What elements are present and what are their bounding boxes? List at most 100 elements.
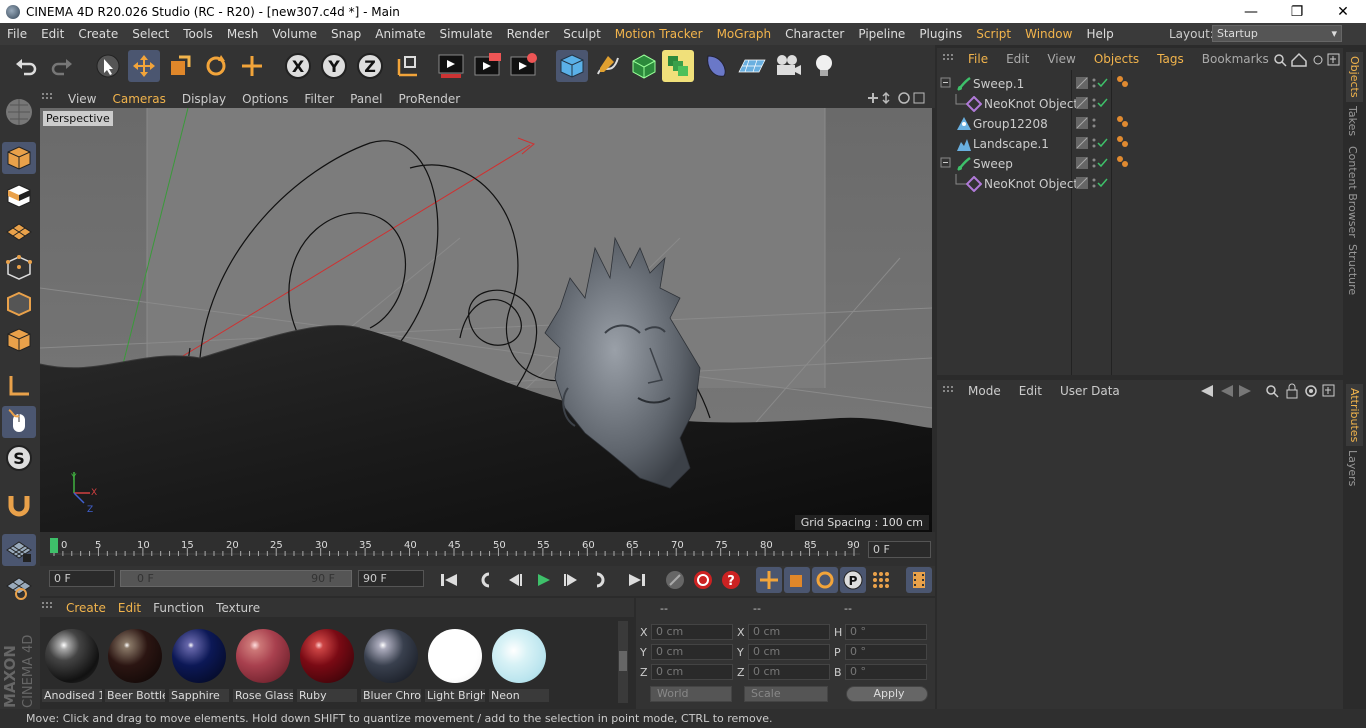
- make-editable-button[interactable]: [2, 96, 36, 128]
- axis-mode-button[interactable]: [2, 370, 36, 402]
- y-axis-lock-button[interactable]: Y: [318, 50, 350, 82]
- world-mode-select[interactable]: World: [650, 686, 732, 702]
- menu-mograph[interactable]: MoGraph: [710, 27, 779, 41]
- viewport-menu-cameras[interactable]: Cameras: [104, 92, 173, 106]
- viewport-menu-panel[interactable]: Panel: [342, 92, 390, 106]
- material-menu-edit[interactable]: Edit: [112, 601, 147, 615]
- objects-menu-objects[interactable]: Objects: [1085, 52, 1148, 66]
- menu-volume[interactable]: Volume: [265, 27, 324, 41]
- viewport-menu-display[interactable]: Display: [174, 92, 234, 106]
- cube-object-button[interactable]: [556, 50, 588, 82]
- maximize-button[interactable]: ❐: [1274, 0, 1320, 23]
- menu-mesh[interactable]: Mesh: [220, 27, 266, 41]
- material-swatch[interactable]: Rose Glass: [233, 621, 293, 705]
- menu-tools[interactable]: Tools: [176, 27, 220, 41]
- menu-character[interactable]: Character: [778, 27, 851, 41]
- rotation-p-field[interactable]: 0 °: [845, 644, 927, 660]
- object-row[interactable]: Landscape.1: [940, 134, 1340, 154]
- timeline[interactable]: 0 5 10 15 20 25 30 35 40 45 50 55 60 65 …: [40, 532, 935, 566]
- floor-object-button[interactable]: [736, 50, 768, 82]
- rotation-b-field[interactable]: 0 °: [845, 664, 927, 680]
- tab-structure[interactable]: Structure: [1346, 244, 1359, 295]
- keyframe-selection-button[interactable]: [662, 567, 688, 593]
- material-swatch[interactable]: Sapphire: [169, 621, 229, 705]
- timeline-window-button[interactable]: [906, 567, 932, 593]
- end-frame-field[interactable]: 90 F: [358, 570, 424, 587]
- close-button[interactable]: ✕: [1320, 0, 1366, 23]
- material-swatch[interactable]: Ruby: [297, 621, 357, 705]
- menu-help[interactable]: Help: [1079, 27, 1120, 41]
- move-tool-button[interactable]: [128, 50, 160, 82]
- viewport-menu-view[interactable]: View: [60, 92, 104, 106]
- undo-button[interactable]: [10, 50, 42, 82]
- attributes-menu-edit[interactable]: Edit: [1010, 384, 1051, 398]
- minimize-button[interactable]: —: [1228, 0, 1274, 23]
- menu-create[interactable]: Create: [71, 27, 125, 41]
- size-x-field[interactable]: 0 cm: [748, 624, 830, 640]
- camera-button[interactable]: [772, 50, 804, 82]
- object-row[interactable]: NeoKnot Object: [940, 174, 1340, 194]
- edges-mode-button[interactable]: [2, 288, 36, 320]
- material-swatch[interactable]: Neon: [489, 621, 549, 705]
- points-mode-button[interactable]: [2, 252, 36, 284]
- object-manager-tools[interactable]: [1272, 52, 1342, 71]
- material-swatch[interactable]: Light Brigh: [425, 621, 485, 705]
- key-point-level-button[interactable]: [868, 567, 894, 593]
- perspective-viewport[interactable]: Y X Z Perspective Grid Spacing : 100 cm: [40, 108, 932, 532]
- objects-menu-bookmarks[interactable]: Bookmarks: [1193, 52, 1278, 66]
- size-z-field[interactable]: 0 cm: [748, 664, 830, 680]
- live-selection-button[interactable]: [92, 50, 124, 82]
- record-active-objects-button[interactable]: [690, 567, 716, 593]
- cloner-button[interactable]: [662, 50, 694, 82]
- current-frame-field[interactable]: 0 F: [868, 541, 931, 558]
- previous-key-button[interactable]: [474, 567, 500, 593]
- apply-button[interactable]: Apply: [846, 686, 928, 702]
- object-tags-column[interactable]: [1115, 74, 1135, 194]
- menu-snap[interactable]: Snap: [324, 27, 368, 41]
- render-settings-button[interactable]: [508, 50, 540, 82]
- snap-toggle-button[interactable]: S: [2, 442, 36, 474]
- menu-file[interactable]: File: [0, 27, 34, 41]
- material-swatch[interactable]: Beer Bottle: [105, 621, 165, 705]
- menu-plugins[interactable]: Plugins: [912, 27, 969, 41]
- objects-menu-tags[interactable]: Tags: [1148, 52, 1193, 66]
- subdivision-surface-button[interactable]: [628, 50, 660, 82]
- object-row[interactable]: Sweep.1: [940, 74, 1340, 94]
- deformer-button[interactable]: [700, 50, 732, 82]
- tab-content-browser[interactable]: Content Browser: [1346, 146, 1359, 238]
- menu-window[interactable]: Window: [1018, 27, 1079, 41]
- workplane-mode-button[interactable]: [2, 216, 36, 248]
- workplane-lock-button[interactable]: [2, 570, 36, 602]
- key-position-button[interactable]: [756, 567, 782, 593]
- position-z-field[interactable]: 0 cm: [651, 664, 733, 680]
- menu-edit[interactable]: Edit: [34, 27, 71, 41]
- transform-tool-button[interactable]: [236, 50, 268, 82]
- go-to-end-button[interactable]: [624, 567, 650, 593]
- viewport-scene[interactable]: Y X Z: [40, 108, 932, 532]
- rotate-tool-button[interactable]: [200, 50, 232, 82]
- viewport-menu-options[interactable]: Options: [234, 92, 296, 106]
- model-mode-button[interactable]: [2, 142, 36, 174]
- menu-motion-tracker[interactable]: Motion Tracker: [608, 27, 710, 41]
- frame-range-slider[interactable]: 0 F 90 F: [120, 570, 352, 587]
- material-scrollbar[interactable]: [618, 621, 628, 703]
- viewport-menu-filter[interactable]: Filter: [296, 92, 342, 106]
- material-menu-function[interactable]: Function: [147, 601, 210, 615]
- objects-menu-file[interactable]: File: [959, 52, 997, 66]
- menu-pipeline[interactable]: Pipeline: [851, 27, 912, 41]
- objects-menu-view[interactable]: View: [1038, 52, 1084, 66]
- pen-spline-button[interactable]: [592, 50, 624, 82]
- object-row[interactable]: NeoKnot Object: [940, 94, 1340, 114]
- object-status-column[interactable]: [1074, 74, 1114, 214]
- render-view-button[interactable]: [436, 50, 468, 82]
- scale-tool-button[interactable]: [164, 50, 196, 82]
- key-rotation-button[interactable]: [812, 567, 838, 593]
- scale-mode-select[interactable]: Scale: [744, 686, 828, 702]
- material-menu-texture[interactable]: Texture: [210, 601, 266, 615]
- menu-render[interactable]: Render: [500, 27, 557, 41]
- menu-animate[interactable]: Animate: [368, 27, 432, 41]
- viewport-nav-icons[interactable]: [866, 90, 932, 109]
- object-row[interactable]: Sweep: [940, 154, 1340, 174]
- tab-layers[interactable]: Layers: [1346, 450, 1359, 486]
- play-button[interactable]: [530, 567, 556, 593]
